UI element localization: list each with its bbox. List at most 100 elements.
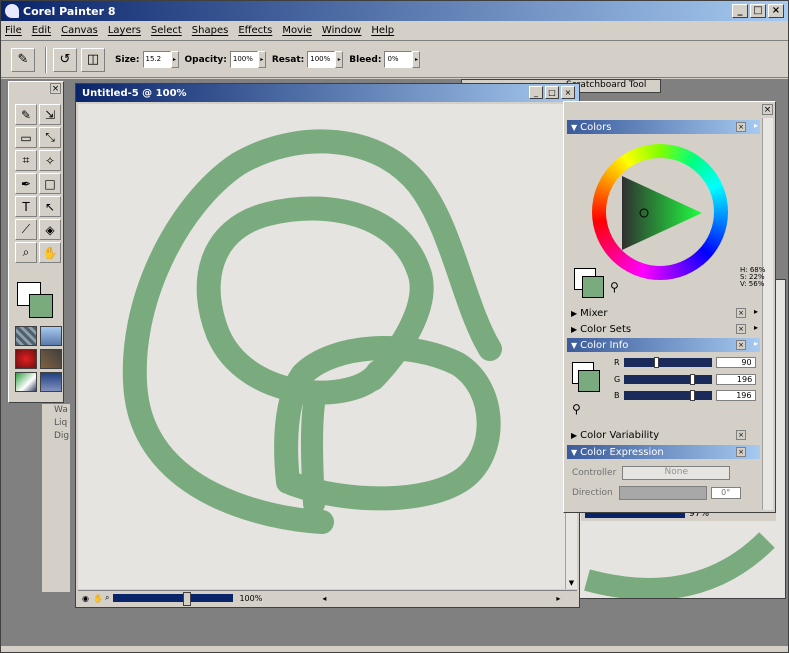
section-close-icon[interactable]: × <box>736 324 746 334</box>
direction-value[interactable]: 0° <box>710 487 741 499</box>
section-close-icon[interactable]: × <box>736 340 746 350</box>
reset-tool-icon[interactable]: ↺ <box>53 47 77 72</box>
menu-layers[interactable]: Layers <box>108 25 141 36</box>
blue-slider-row[interactable]: B 196 <box>614 389 774 402</box>
hue-ring[interactable] <box>592 144 728 280</box>
section-color-sets[interactable]: ▶ Color Sets × ▸ <box>567 322 760 336</box>
section-menu-icon[interactable]: ▸ <box>754 323 758 332</box>
saturation-triangle[interactable] <box>606 158 714 266</box>
menu-help[interactable]: Help <box>371 25 394 36</box>
toolbox-close-icon[interactable]: × <box>50 83 61 94</box>
section-mixer[interactable]: ▶ Mixer × ▸ <box>567 306 760 320</box>
blue-slider[interactable] <box>623 390 712 401</box>
section-menu-icon[interactable]: ▸ <box>754 339 758 348</box>
menu-canvas[interactable]: Canvas <box>61 25 98 36</box>
resat-input[interactable]: 100% <box>307 51 336 68</box>
expand-caret-icon: ▼ <box>571 122 578 132</box>
section-close-icon[interactable]: × <box>736 430 746 440</box>
bleed-input[interactable]: 0% <box>384 51 413 68</box>
nozzle-selector-icon[interactable] <box>15 372 37 392</box>
paper-selector-icon[interactable] <box>15 326 37 346</box>
menu-shapes[interactable]: Shapes <box>192 25 229 36</box>
green-slider[interactable] <box>624 374 713 385</box>
section-close-icon[interactable]: × <box>736 447 746 457</box>
layer-adjuster-icon[interactable]: ⇲ <box>39 104 61 125</box>
palette-close-icon[interactable]: × <box>762 104 773 115</box>
hscroll-right-icon[interactable]: ▸ <box>556 594 560 603</box>
info-clone-icon[interactable]: ⚲ <box>572 402 581 416</box>
menu-bar: File Edit Canvas Layers Select Shapes Ef… <box>1 21 788 41</box>
section-color-expression[interactable]: ▼ Color Expression × <box>567 445 760 459</box>
section-menu-icon[interactable]: ▸ <box>754 121 758 130</box>
section-colors[interactable]: ▼ Colors × ▸ <box>567 120 760 134</box>
section-menu-icon[interactable]: ▸ <box>754 307 758 316</box>
magic-wand-icon[interactable]: ✧ <box>39 150 61 171</box>
background-panel-fragment: Wa Liq Dig <box>41 403 71 593</box>
menu-movie[interactable]: Movie <box>282 25 312 36</box>
collapse-caret-icon: ▶ <box>571 308 578 318</box>
section-color-info[interactable]: ▼ Color Info × ▸ <box>567 338 760 352</box>
navigator-icon[interactable]: ◉ <box>82 594 89 603</box>
rectangle-shape-icon[interactable]: □ <box>39 173 61 194</box>
lasso-icon[interactable]: ⤡ <box>39 127 61 148</box>
size-stepper[interactable]: ▸ <box>170 51 179 68</box>
grab-icon[interactable]: ✋ <box>93 594 103 603</box>
section-color-variability[interactable]: ▶ Color Variability × <box>567 428 760 442</box>
pen-icon[interactable]: ✒ <box>15 173 37 194</box>
doc-close-button[interactable]: × <box>561 86 575 99</box>
menu-effects[interactable]: Effects <box>238 25 272 36</box>
red-slider[interactable] <box>623 357 712 368</box>
brush-ghost-icon[interactable]: ◫ <box>81 47 105 72</box>
menu-file[interactable]: File <box>5 25 22 36</box>
hscroll-left-icon[interactable]: ◂ <box>322 594 326 603</box>
clone-color-icon[interactable]: ⚲ <box>610 280 619 294</box>
weaving-selector-icon[interactable] <box>40 349 62 369</box>
pattern-selector-icon[interactable] <box>15 349 37 369</box>
bleed-stepper[interactable]: ▸ <box>412 51 421 68</box>
crop-icon[interactable]: ⌗ <box>15 150 37 171</box>
blue-value[interactable]: 196 <box>715 390 756 401</box>
saturation-value-area[interactable] <box>606 158 714 266</box>
zoom-slider[interactable] <box>113 592 234 606</box>
text-icon[interactable]: T <box>15 196 37 217</box>
menu-window[interactable]: Window <box>322 25 361 36</box>
close-button[interactable]: × <box>768 4 784 18</box>
opacity-input[interactable]: 100% <box>229 51 258 68</box>
maximize-button[interactable]: □ <box>750 4 766 18</box>
dropper-icon[interactable]: ⟋ <box>15 219 37 240</box>
controller-select[interactable]: None <box>622 466 731 480</box>
opacity-stepper[interactable]: ▸ <box>257 51 266 68</box>
size-input[interactable]: 15.2 <box>142 51 171 68</box>
brush-icon[interactable]: ✎ <box>15 104 37 125</box>
menu-edit[interactable]: Edit <box>32 25 51 36</box>
gradient-selector-icon[interactable] <box>40 326 62 346</box>
doc-minimize-button[interactable]: _ <box>529 86 543 99</box>
primary-color-swatch[interactable] <box>29 294 53 318</box>
rect-select-icon[interactable]: ▭ <box>15 127 37 148</box>
section-close-icon[interactable]: × <box>736 122 746 132</box>
direction-slider[interactable] <box>618 486 707 500</box>
magnifier-icon[interactable]: ⌕ <box>15 242 37 263</box>
primary-color-chip[interactable] <box>582 276 604 298</box>
doc-maximize-button[interactable]: □ <box>545 86 559 99</box>
resat-stepper[interactable]: ▸ <box>335 51 344 68</box>
info-primary-chip[interactable] <box>578 370 600 392</box>
menu-select[interactable]: Select <box>151 25 182 36</box>
red-value[interactable]: 90 <box>715 357 756 368</box>
section-close-icon[interactable]: × <box>736 308 746 318</box>
drawing-canvas[interactable] <box>78 104 565 589</box>
grabber-hand-icon[interactable]: ✋ <box>39 242 61 263</box>
shape-select-icon[interactable]: ↖ <box>39 196 61 217</box>
brush-tool-icon[interactable]: ✎ <box>11 47 35 72</box>
minimize-button[interactable]: _ <box>732 4 748 18</box>
red-slider-row[interactable]: R 90 <box>614 356 774 369</box>
look-selector-icon[interactable] <box>40 372 62 392</box>
zoom-icon[interactable]: ⌕ <box>105 593 109 603</box>
green-slider-row[interactable]: G 196 <box>614 373 774 386</box>
document-title-bar[interactable]: Untitled-5 @ 100% <box>76 84 579 102</box>
paint-bucket-icon[interactable]: ◈ <box>39 219 61 240</box>
palette-scrollbar[interactable] <box>762 118 773 510</box>
scroll-down-icon[interactable]: ▼ <box>566 577 577 589</box>
main-color-swatches[interactable] <box>17 282 57 320</box>
green-value[interactable]: 196 <box>716 374 757 385</box>
